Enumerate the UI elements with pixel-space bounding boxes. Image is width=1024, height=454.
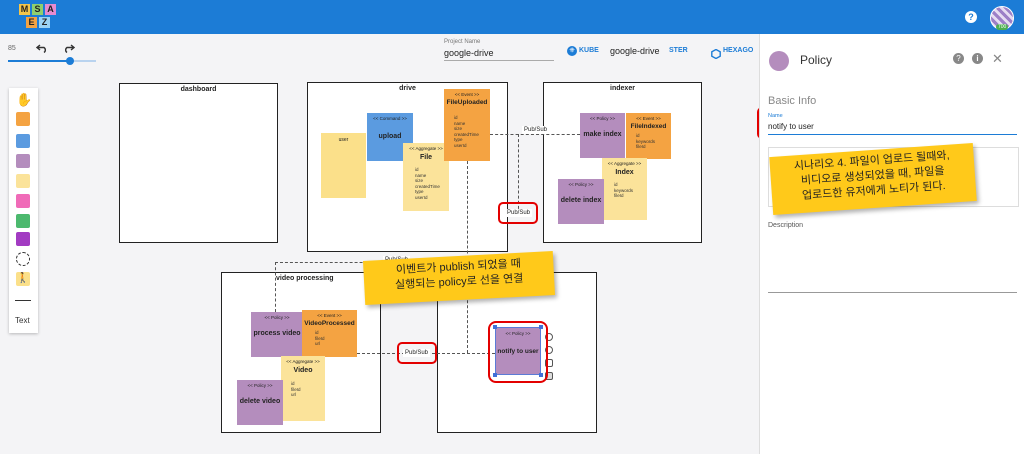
external-sticker-tool[interactable] <box>16 194 30 208</box>
event-sticker[interactable]: << Event >> VideoProcessed id fileId url <box>302 310 357 357</box>
attr: url <box>315 341 321 347</box>
line-tool[interactable] <box>15 300 31 301</box>
bounded-context-title: dashboard <box>180 86 217 93</box>
kube-icon[interactable]: ⎈ <box>567 46 577 56</box>
help-icon[interactable]: ? <box>965 11 977 23</box>
kube-project-name: google-drive <box>610 46 660 56</box>
sticker-stereotype: << Aggregate >> <box>409 146 443 151</box>
sticker-palette: ✋ 🚶 Text <box>9 88 38 333</box>
relation-line[interactable] <box>490 134 580 135</box>
logo-letter: S <box>32 4 43 15</box>
app-logo[interactable]: M S A E Z <box>19 4 71 32</box>
hexagonal-icon[interactable] <box>711 46 721 60</box>
logo-letter: E <box>26 17 37 28</box>
properties-panel: Policy ? i ✕ Basic Info Name notify to u… <box>759 34 1024 454</box>
sticker-name: delete index <box>560 197 602 204</box>
sticker-stereotype: << Aggregate >> <box>286 359 320 364</box>
description-field[interactable] <box>768 292 1017 293</box>
policy-sticker-tool[interactable] <box>16 154 30 168</box>
actor-sticker[interactable]: user <box>321 133 366 198</box>
highlight-notify-policy <box>488 321 548 383</box>
attr: fileId <box>614 193 624 199</box>
aggregate-sticker[interactable]: << Aggregate >> Video id fileId url <box>281 356 325 421</box>
attr: url <box>291 392 297 398</box>
project-name-input[interactable]: google-drive <box>444 48 554 61</box>
sticker-stereotype: << Command >> <box>373 116 407 121</box>
top-app-bar: M S A E Z ? 700 <box>0 0 1024 34</box>
sticker-name: upload <box>378 133 402 140</box>
sticker-stereotype: << Policy >> <box>264 315 290 320</box>
project-name-label: Project Name <box>444 39 481 45</box>
attr: userId <box>415 194 428 200</box>
zoom-slider-thumb[interactable] <box>65 57 74 65</box>
event-sticker[interactable]: << Event >> FileUploaded id name size cr… <box>444 89 490 161</box>
event-sticker[interactable]: << Event >> FileIndexed id keywords file… <box>626 113 671 159</box>
close-icon[interactable]: ✕ <box>992 51 1003 67</box>
bounded-context-dashboard[interactable]: dashboard <box>119 83 278 243</box>
relation-line[interactable] <box>275 262 276 312</box>
policy-sticker[interactable]: << Policy >> delete index <box>558 179 604 224</box>
sticker-name: File <box>419 154 433 161</box>
sticker-stereotype: << Event >> <box>317 313 342 318</box>
zoom-value: 85 <box>8 45 16 52</box>
logo-letter: Z <box>39 17 50 28</box>
bounded-context-tool[interactable] <box>16 252 30 266</box>
name-field-label: Name <box>768 113 783 119</box>
text-tool[interactable]: Text <box>15 316 30 325</box>
actor-name: user <box>338 137 349 143</box>
command-sticker-tool[interactable] <box>16 134 30 148</box>
highlight-pubsub <box>498 202 538 224</box>
undo-icon[interactable] <box>35 40 48 54</box>
aggregate-sticker[interactable]: << Aggregate >> File id name size create… <box>403 143 449 211</box>
sticker-name: Video <box>293 367 313 374</box>
attr: fileId <box>636 144 646 150</box>
description-label: Description <box>768 222 804 229</box>
info-icon[interactable]: i <box>972 53 983 64</box>
sticker-stereotype: << Aggregate >> <box>607 161 642 166</box>
aggregate-sticker[interactable]: << Aggregate >> Index id keywords fileId <box>602 158 647 220</box>
pubsub-label[interactable]: Pub/Sub <box>522 126 550 134</box>
ster-label[interactable]: STER <box>669 47 688 54</box>
highlight-pubsub <box>397 342 437 364</box>
hand-icon[interactable]: ✋ <box>16 92 32 108</box>
zoom-slider[interactable] <box>8 57 96 65</box>
section-title: Basic Info <box>768 95 817 107</box>
sticker-name: FileIndexed <box>630 123 667 130</box>
sticker-stereotype: << Event >> <box>454 92 480 97</box>
bounded-context-title: indexer <box>610 85 635 92</box>
policy-color-swatch[interactable] <box>769 51 789 71</box>
sticker-name: process video <box>253 330 301 337</box>
sticker-stereotype: << Policy >> <box>589 116 616 121</box>
sticker-name: FileUploaded <box>446 99 488 106</box>
sticker-stereotype: << Policy >> <box>247 383 273 388</box>
aggregate-sticker-tool[interactable] <box>16 174 30 188</box>
view-sticker-tool[interactable] <box>16 214 30 228</box>
redo-icon[interactable] <box>63 40 76 54</box>
logo-letter: M <box>19 4 30 15</box>
sticker-name: delete video <box>239 398 281 405</box>
help-icon[interactable]: ? <box>953 53 964 64</box>
sticker-stereotype: << Policy >> <box>568 182 594 187</box>
sticker-name: VideoProcessed <box>304 320 355 327</box>
sticker-name: Index <box>615 169 634 176</box>
hexagonal-label[interactable]: HEXAGO <box>723 47 753 54</box>
attr: userId <box>454 142 467 148</box>
policy-sticker[interactable]: << Policy >> process video <box>251 312 303 357</box>
actor-tool[interactable]: 🚶 <box>16 272 30 286</box>
panel-title: Policy <box>800 53 833 67</box>
logo-letter: A <box>45 4 56 15</box>
point-badge: 700 <box>996 24 1009 30</box>
policy-sticker[interactable]: << Policy >> delete video <box>237 380 283 425</box>
issue-sticker-tool[interactable] <box>16 232 30 246</box>
sticker-stereotype: << Event >> <box>636 116 661 121</box>
kube-label[interactable]: KUBE <box>579 47 599 54</box>
sticker-name: make index <box>583 131 622 138</box>
name-field[interactable]: notify to user <box>768 122 1017 135</box>
event-sticker-tool[interactable] <box>16 112 30 126</box>
policy-sticker[interactable]: << Policy >> make index <box>580 113 625 158</box>
